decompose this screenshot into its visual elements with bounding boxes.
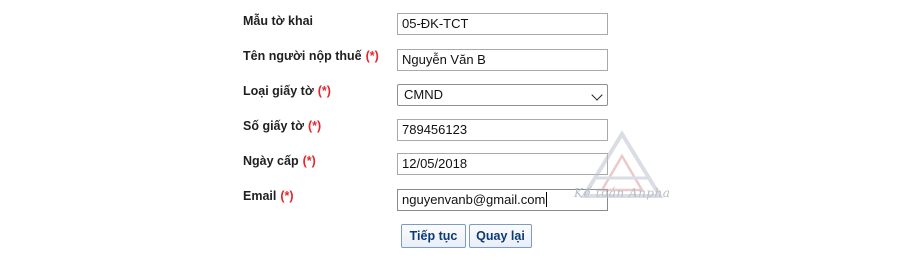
continue-button[interactable]: Tiếp tục [401, 224, 466, 248]
tax-registration-form: Mẫu tờ khai 05-ĐK-TCT Tên người nộp thuế… [0, 0, 900, 262]
required-marker: (*) [317, 84, 331, 98]
issue-date-label-text: Ngày cấp [243, 154, 299, 168]
required-marker: (*) [302, 154, 316, 168]
watermark-text: Kế toán Anpha [574, 186, 671, 200]
email-value: nguyenvanb@gmail.com [402, 192, 546, 207]
document-number-value: 789456123 [402, 122, 468, 137]
form-template-label: Mẫu tờ khai [243, 14, 313, 28]
issue-date-label: Ngày cấp (*) [243, 154, 316, 168]
text-cursor [546, 192, 548, 207]
back-button[interactable]: Quay lại [469, 224, 532, 248]
document-type-select[interactable]: CMND [397, 84, 608, 106]
form-template-field[interactable]: 05-ĐK-TCT [397, 13, 608, 35]
email-label-text: Email [243, 189, 277, 203]
taxpayer-name-label-text: Tên người nộp thuế [243, 49, 362, 63]
required-marker: (*) [307, 119, 322, 133]
taxpayer-name-field[interactable]: Nguyễn Văn B [397, 49, 608, 71]
required-marker: (*) [365, 49, 379, 63]
email-label: Email (*) [243, 189, 294, 203]
required-marker: (*) [280, 189, 294, 203]
document-number-label-text: Số giấy tờ [243, 119, 304, 133]
form-template-label-text: Mẫu tờ khai [243, 14, 314, 28]
taxpayer-name-value: Nguyễn Văn B [402, 52, 486, 67]
document-number-label: Số giấy tờ (*) [243, 119, 321, 133]
issue-date-value: 12/05/2018 [402, 156, 468, 171]
chevron-down-icon [591, 89, 603, 101]
form-template-value: 05-ĐK-TCT [402, 16, 469, 31]
document-type-label: Loại giấy tờ (*) [243, 84, 331, 98]
document-type-selected-value: CMND [404, 87, 443, 102]
taxpayer-name-label: Tên người nộp thuế (*) [243, 49, 379, 63]
document-type-label-text: Loại giấy tờ [243, 84, 314, 98]
